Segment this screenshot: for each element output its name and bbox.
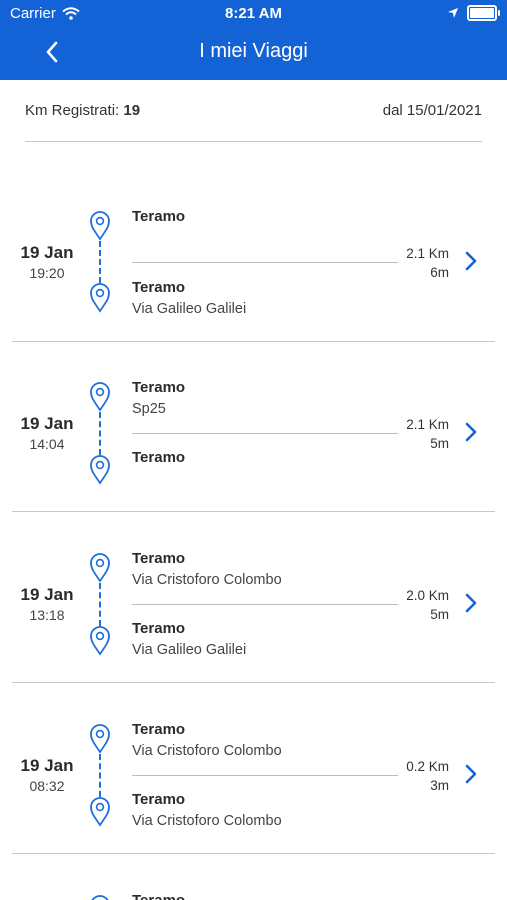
- trip-day: 19 Jan: [20, 243, 74, 262]
- clock: 8:21 AM: [225, 5, 282, 22]
- start-city: Teramo: [132, 721, 186, 738]
- start-street: Via Cristoforo Colombo: [132, 572, 282, 588]
- map-pin-icon: [90, 283, 110, 313]
- trip-time: 08:32: [29, 778, 65, 794]
- trip-stats: 2.1 Km 5m: [406, 415, 449, 453]
- start-street: Via Cristoforo Colombo: [132, 743, 282, 759]
- end-city: Teramo: [132, 791, 186, 808]
- trip-divider: [132, 433, 398, 434]
- trip-row[interactable]: 19 Jan 13:18 Teramo Via Cristoforo Colom…: [12, 512, 495, 683]
- trip-row[interactable]: Teramo: [12, 854, 495, 900]
- end-city: Teramo: [132, 620, 186, 637]
- start-city: Teramo: [132, 550, 186, 567]
- map-pin-icon: [91, 895, 109, 900]
- chevron-right-icon[interactable]: [463, 250, 479, 272]
- page-title: I miei Viaggi: [199, 40, 308, 62]
- trip-time: 19:20: [29, 265, 65, 281]
- start-city: Teramo: [132, 379, 186, 396]
- km-summary: Km Registrati: 19 dal 15/01/2021: [25, 95, 482, 142]
- trip-time: 13:18: [29, 607, 65, 623]
- trip-date: 19 Jan 13:18: [12, 585, 82, 623]
- map-pin-icon: [90, 724, 110, 754]
- route-dashed-line: [99, 754, 101, 797]
- trip-date: 19 Jan 14:04: [12, 414, 82, 452]
- trip-divider: [132, 262, 398, 263]
- map-pin-icon: [90, 797, 110, 827]
- map-pin-icon: [90, 382, 110, 412]
- trip-duration: 5m: [430, 607, 449, 622]
- end-city: Teramo: [132, 279, 186, 296]
- trip-divider: [132, 604, 398, 605]
- trip-stats: 0.2 Km 3m: [406, 757, 449, 795]
- trip-time: 14:04: [29, 436, 65, 452]
- trip-divider: [132, 775, 398, 776]
- trip-distance: 2.0 Km: [406, 588, 449, 603]
- end-street: Via Galileo Galilei: [132, 642, 247, 658]
- status-bar: Carrier 8:21 AM: [0, 0, 507, 28]
- start-street: Sp25: [132, 401, 166, 417]
- app-header: Carrier 8:21 AM I miei Viaggi: [0, 0, 507, 80]
- trip-stats: 2.0 Km 5m: [406, 586, 449, 624]
- route-dashed-line: [99, 412, 101, 455]
- route-dashed-line: [99, 583, 101, 626]
- km-registered: Km Registrati: 19: [25, 102, 140, 119]
- since-date: dal 15/01/2021: [382, 102, 482, 119]
- location-arrow-icon: [448, 8, 458, 18]
- trip-row[interactable]: 19 Jan 19:20 Teramo Teramo Via Galileo G…: [12, 171, 495, 342]
- chevron-right-icon[interactable]: [463, 421, 479, 443]
- trip-day: 19 Jan: [20, 414, 74, 433]
- km-label: Km Registrati:: [25, 102, 120, 119]
- map-pin-icon: [90, 455, 110, 485]
- end-street: Via Galileo Galilei: [132, 301, 247, 317]
- map-pin-icon: [90, 553, 110, 583]
- trip-date: 19 Jan 19:20: [12, 243, 82, 281]
- map-pin-icon: [90, 626, 110, 656]
- end-city: Teramo: [132, 449, 186, 466]
- trip-day: 19 Jan: [20, 585, 74, 604]
- trip-duration: 6m: [430, 265, 449, 280]
- trip-row[interactable]: 19 Jan 14:04 Teramo Sp25 Teramo 2.1 Km 5…: [12, 341, 495, 512]
- trip-stats: 2.1 Km 6m: [406, 244, 449, 282]
- map-pin-icon: [90, 211, 110, 241]
- km-value: 19: [123, 102, 141, 119]
- trip-distance: 2.1 Km: [406, 246, 449, 261]
- trip-distance: 0.2 Km: [406, 759, 449, 774]
- trip-row[interactable]: 19 Jan 08:32 Teramo Via Cristoforo Colom…: [12, 683, 495, 854]
- chevron-right-icon[interactable]: [463, 763, 479, 785]
- trip-duration: 3m: [430, 778, 449, 793]
- trip-duration: 5m: [430, 436, 449, 451]
- start-city: Teramo: [132, 892, 185, 900]
- route-dashed-line: [99, 241, 101, 283]
- chevron-right-icon[interactable]: [463, 592, 479, 614]
- end-street: Via Cristoforo Colombo: [132, 813, 282, 829]
- trip-date: 19 Jan 08:32: [12, 756, 82, 794]
- battery-icon: [467, 5, 500, 21]
- start-city: Teramo: [132, 208, 186, 225]
- status-right: [447, 5, 500, 21]
- trip-day: 19 Jan: [20, 756, 74, 775]
- trip-distance: 2.1 Km: [406, 417, 449, 432]
